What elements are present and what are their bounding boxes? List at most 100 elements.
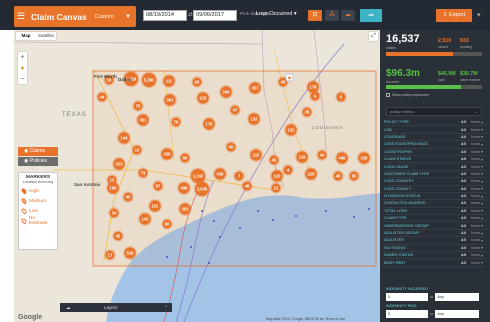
cluster-marker[interactable]: 330 [357, 151, 371, 165]
cluster-marker[interactable]: 34 [108, 207, 120, 219]
indemnity-incurred-min-input[interactable]: 0 [386, 293, 428, 301]
cluster-marker[interactable]: 244 [219, 85, 233, 99]
filter-mode[interactable]: None [471, 150, 481, 154]
zoom-in-icon[interactable]: + [18, 52, 27, 63]
filter-mode[interactable]: None [471, 172, 481, 176]
filter-value[interactable]: All [461, 157, 471, 161]
filter-mode[interactable]: None [471, 165, 481, 169]
filter-row[interactable]: BODY PART All None ▾ [384, 259, 486, 267]
chevron-down-icon[interactable]: ▾ [481, 260, 486, 265]
date-to-input[interactable]: 09/06/2017 [193, 10, 237, 21]
chevron-down-icon[interactable]: ▾ [481, 253, 486, 258]
filter-row[interactable]: LOSS CAUSE All None ▾ [384, 163, 486, 171]
cluster-marker[interactable]: 115 [249, 148, 263, 162]
filter-value[interactable]: All [461, 135, 471, 139]
cluster-marker[interactable]: 10 [131, 144, 143, 156]
indemnity-paid-min-input[interactable]: 0 [386, 310, 428, 318]
cluster-marker[interactable]: 70 [132, 100, 144, 112]
filter-mode[interactable]: None [471, 238, 481, 242]
more-menu-icon[interactable]: ▾ [477, 9, 481, 22]
cluster-marker[interactable]: 330 [160, 147, 174, 161]
filter-mode[interactable]: None [471, 231, 481, 235]
filter-row[interactable]: ADJUSTER All None ▾ [384, 237, 486, 245]
cluster-marker[interactable]: 436 [213, 167, 227, 181]
filter-value[interactable]: All [461, 201, 471, 205]
cluster-marker[interactable]: 186 [106, 181, 120, 195]
layer-tab-claims[interactable]: ◉ Claims [18, 147, 58, 156]
cluster-marker[interactable]: 60 [191, 76, 203, 88]
filter-mode[interactable]: None [471, 194, 481, 198]
filter-row[interactable]: CLAIM TYPE All None ▾ [384, 215, 486, 223]
date-type-select[interactable]: Loss Occurred ▾ [256, 11, 297, 17]
filter-mode[interactable]: None [471, 224, 481, 228]
collapse-icon[interactable]: ⌃ [164, 303, 168, 312]
chevron-down-icon[interactable]: ▾ [481, 208, 486, 213]
fullscreen-icon[interactable]: ⤢ [369, 32, 378, 41]
filter-value[interactable]: All [461, 172, 471, 176]
cluster-marker[interactable]: 111 [162, 74, 176, 88]
filter-value[interactable]: All [461, 128, 471, 132]
cluster-marker[interactable]: 7 [233, 170, 245, 182]
filter-value[interactable]: All [461, 238, 471, 242]
cluster-marker[interactable]: 176 [202, 117, 216, 131]
chevron-down-icon[interactable]: ▾ [481, 194, 486, 199]
filter-row[interactable]: CATASTROPHE All None ▾ [384, 149, 486, 156]
cluster-marker[interactable]: 4 [309, 90, 321, 102]
cluster-marker[interactable]: 45 [112, 230, 124, 242]
cluster-marker[interactable]: 47 [229, 104, 241, 116]
filter-value[interactable]: All [461, 194, 471, 198]
chevron-down-icon[interactable]: ▾ [481, 149, 486, 154]
cluster-marker[interactable]: 79 [170, 116, 182, 128]
chevron-down-icon[interactable]: ▾ [481, 223, 486, 228]
filter-value[interactable]: All [461, 261, 471, 265]
filter-value[interactable]: All [461, 179, 471, 183]
chevron-down-icon[interactable]: ▾ [481, 201, 486, 206]
cluster-marker[interactable]: 313 [112, 157, 126, 171]
filter-row[interactable]: CUSTOMER CLAIM TYPE All None ▾ [384, 171, 486, 179]
export-button[interactable]: ⇪ Export [436, 9, 472, 22]
filter-row[interactable]: LOSS COUNTY All None ▾ [384, 186, 486, 193]
filter-row[interactable]: LOSS COUNTRY All None ▾ [384, 178, 486, 186]
cluster-marker[interactable]: 80 [161, 218, 173, 230]
cluster-marker[interactable]: 215 [196, 91, 210, 105]
layer-tab-policies[interactable]: ◉ Policies [18, 157, 58, 166]
filter-mode[interactable]: None [471, 246, 481, 250]
filter-mode[interactable]: None [471, 142, 481, 146]
chevron-down-icon[interactable]: ▾ [481, 157, 486, 162]
filter-row[interactable]: POLICY TYPE All None ▾ [384, 119, 486, 127]
filter-mode[interactable]: None [471, 179, 481, 183]
cluster-marker[interactable]: 144 [117, 131, 131, 145]
cluster-marker[interactable]: 40 [225, 141, 237, 153]
filter-value[interactable]: All [461, 216, 471, 220]
filter-row[interactable]: SUBRO STATUS All None ▾ [384, 252, 486, 260]
cluster-marker[interactable]: 132 [284, 123, 298, 137]
cluster-marker[interactable]: 5 [335, 91, 347, 103]
cluster-marker[interactable]: 132 [247, 112, 261, 126]
filter-value[interactable]: All [461, 120, 471, 124]
chevron-down-icon[interactable]: ▾ [481, 164, 486, 169]
map-canvas[interactable]: 16 1,016 5,381 111 60 44 70 301 215 244 357 49 178 4 5… [14, 30, 380, 322]
cluster-marker[interactable]: 2,035 [193, 180, 211, 198]
filter-mode[interactable]: None [471, 157, 481, 161]
filter-row[interactable]: CONTACTED INSURED All None ▾ [384, 200, 486, 208]
cluster-marker[interactable]: 496 [177, 181, 191, 195]
cluster-marker[interactable]: 225 [304, 167, 318, 181]
cluster-marker[interactable]: 55 [348, 170, 360, 182]
cluster-view-button[interactable]: ⊡ [308, 10, 322, 21]
cluster-marker[interactable]: 301 [163, 93, 177, 107]
app-menu-button[interactable]: ☰ Claim Canvas Custom ▼ [14, 6, 136, 27]
area-view-button[interactable]: ☁ [341, 10, 355, 21]
date-from-input[interactable]: 08/19/2014 [143, 10, 187, 21]
checkbox-icon[interactable] [386, 93, 390, 97]
zoom-control[interactable]: + ● − [18, 52, 27, 84]
filter-mode[interactable]: None [471, 128, 481, 132]
policy-exposures-checkbox[interactable]: Show policy exposures [386, 93, 429, 97]
filter-value[interactable]: All [461, 253, 471, 257]
cluster-marker[interactable]: 5,381 [140, 71, 158, 89]
filter-value[interactable]: All [461, 142, 471, 146]
chevron-down-icon[interactable]: ▾ [481, 245, 486, 250]
filter-mode[interactable]: None [471, 216, 481, 220]
view-select[interactable]: Custom [95, 14, 114, 20]
map-type-toggle[interactable]: Map Satellite [16, 32, 56, 40]
cluster-marker[interactable]: 17 [104, 249, 116, 261]
